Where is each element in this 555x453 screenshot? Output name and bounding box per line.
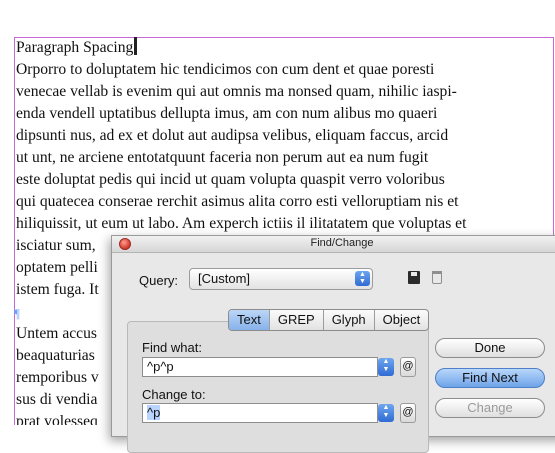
dialog-title: Find/Change <box>310 237 374 249</box>
find-what-label: Find what: <box>142 340 202 355</box>
done-button[interactable]: Done <box>435 338 545 358</box>
save-query-icon[interactable] <box>408 271 420 284</box>
find-change-dialog: Find/Change Query: [Custom] ▲ ▼ Text GREP… <box>111 235 555 453</box>
search-tabs: Text GREP Glyph Object <box>228 309 430 331</box>
document-line: dipsunti nus, ad ex et dolut aut audipsa… <box>16 127 449 144</box>
query-select[interactable]: [Custom] ▲ ▼ <box>189 268 373 290</box>
chevron-updown-icon: ▲ ▼ <box>355 271 370 286</box>
document-line: este doluptat pedis qui incid ut quam vo… <box>16 171 445 188</box>
document-heading: Paragraph Spacing <box>16 37 554 59</box>
document-line: Orporro to doluptatem hic tendicimos con… <box>16 61 435 78</box>
tab-glyph[interactable]: Glyph <box>324 310 375 330</box>
document-line: hiliquissit, ut eum ut labo. Am experch … <box>16 215 467 232</box>
find-what-field[interactable]: ^p^p <box>142 357 378 377</box>
document-line: ut unt, ne arciene entotatquunt faceria … <box>16 149 429 166</box>
tab-grep[interactable]: GREP <box>270 310 324 330</box>
change-to-field[interactable]: ^p <box>142 403 378 423</box>
find-special-characters-button[interactable]: @ <box>400 357 416 377</box>
tab-object[interactable]: Object <box>375 310 429 330</box>
change-special-characters-button[interactable]: @ <box>400 403 416 423</box>
text-cursor <box>134 37 138 55</box>
find-history-stepper[interactable]: ▲ ▼ <box>378 358 394 376</box>
document-line: venecae vellab is evenim qui aut omnis m… <box>16 83 457 100</box>
document-line: enda vendell uptatibus dellupta imus, am… <box>16 105 438 122</box>
change-history-stepper[interactable]: ▲ ▼ <box>378 404 394 422</box>
tab-text[interactable]: Text <box>229 310 270 330</box>
dialog-titlebar: Find/Change <box>112 236 555 253</box>
delete-query-icon[interactable] <box>432 271 442 284</box>
find-next-button[interactable]: Find Next <box>435 368 545 388</box>
change-to-value: ^p <box>147 405 161 420</box>
document-line: qui quatecea conserae rerchit asimus ali… <box>16 193 459 210</box>
query-value: [Custom] <box>198 271 251 286</box>
change-button[interactable]: Change <box>435 398 545 418</box>
query-label: Query: <box>139 273 179 288</box>
change-to-label: Change to: <box>142 387 206 402</box>
paragraph-mark-icon: ¶ <box>14 306 20 321</box>
find-what-value: ^p^p <box>147 359 174 374</box>
